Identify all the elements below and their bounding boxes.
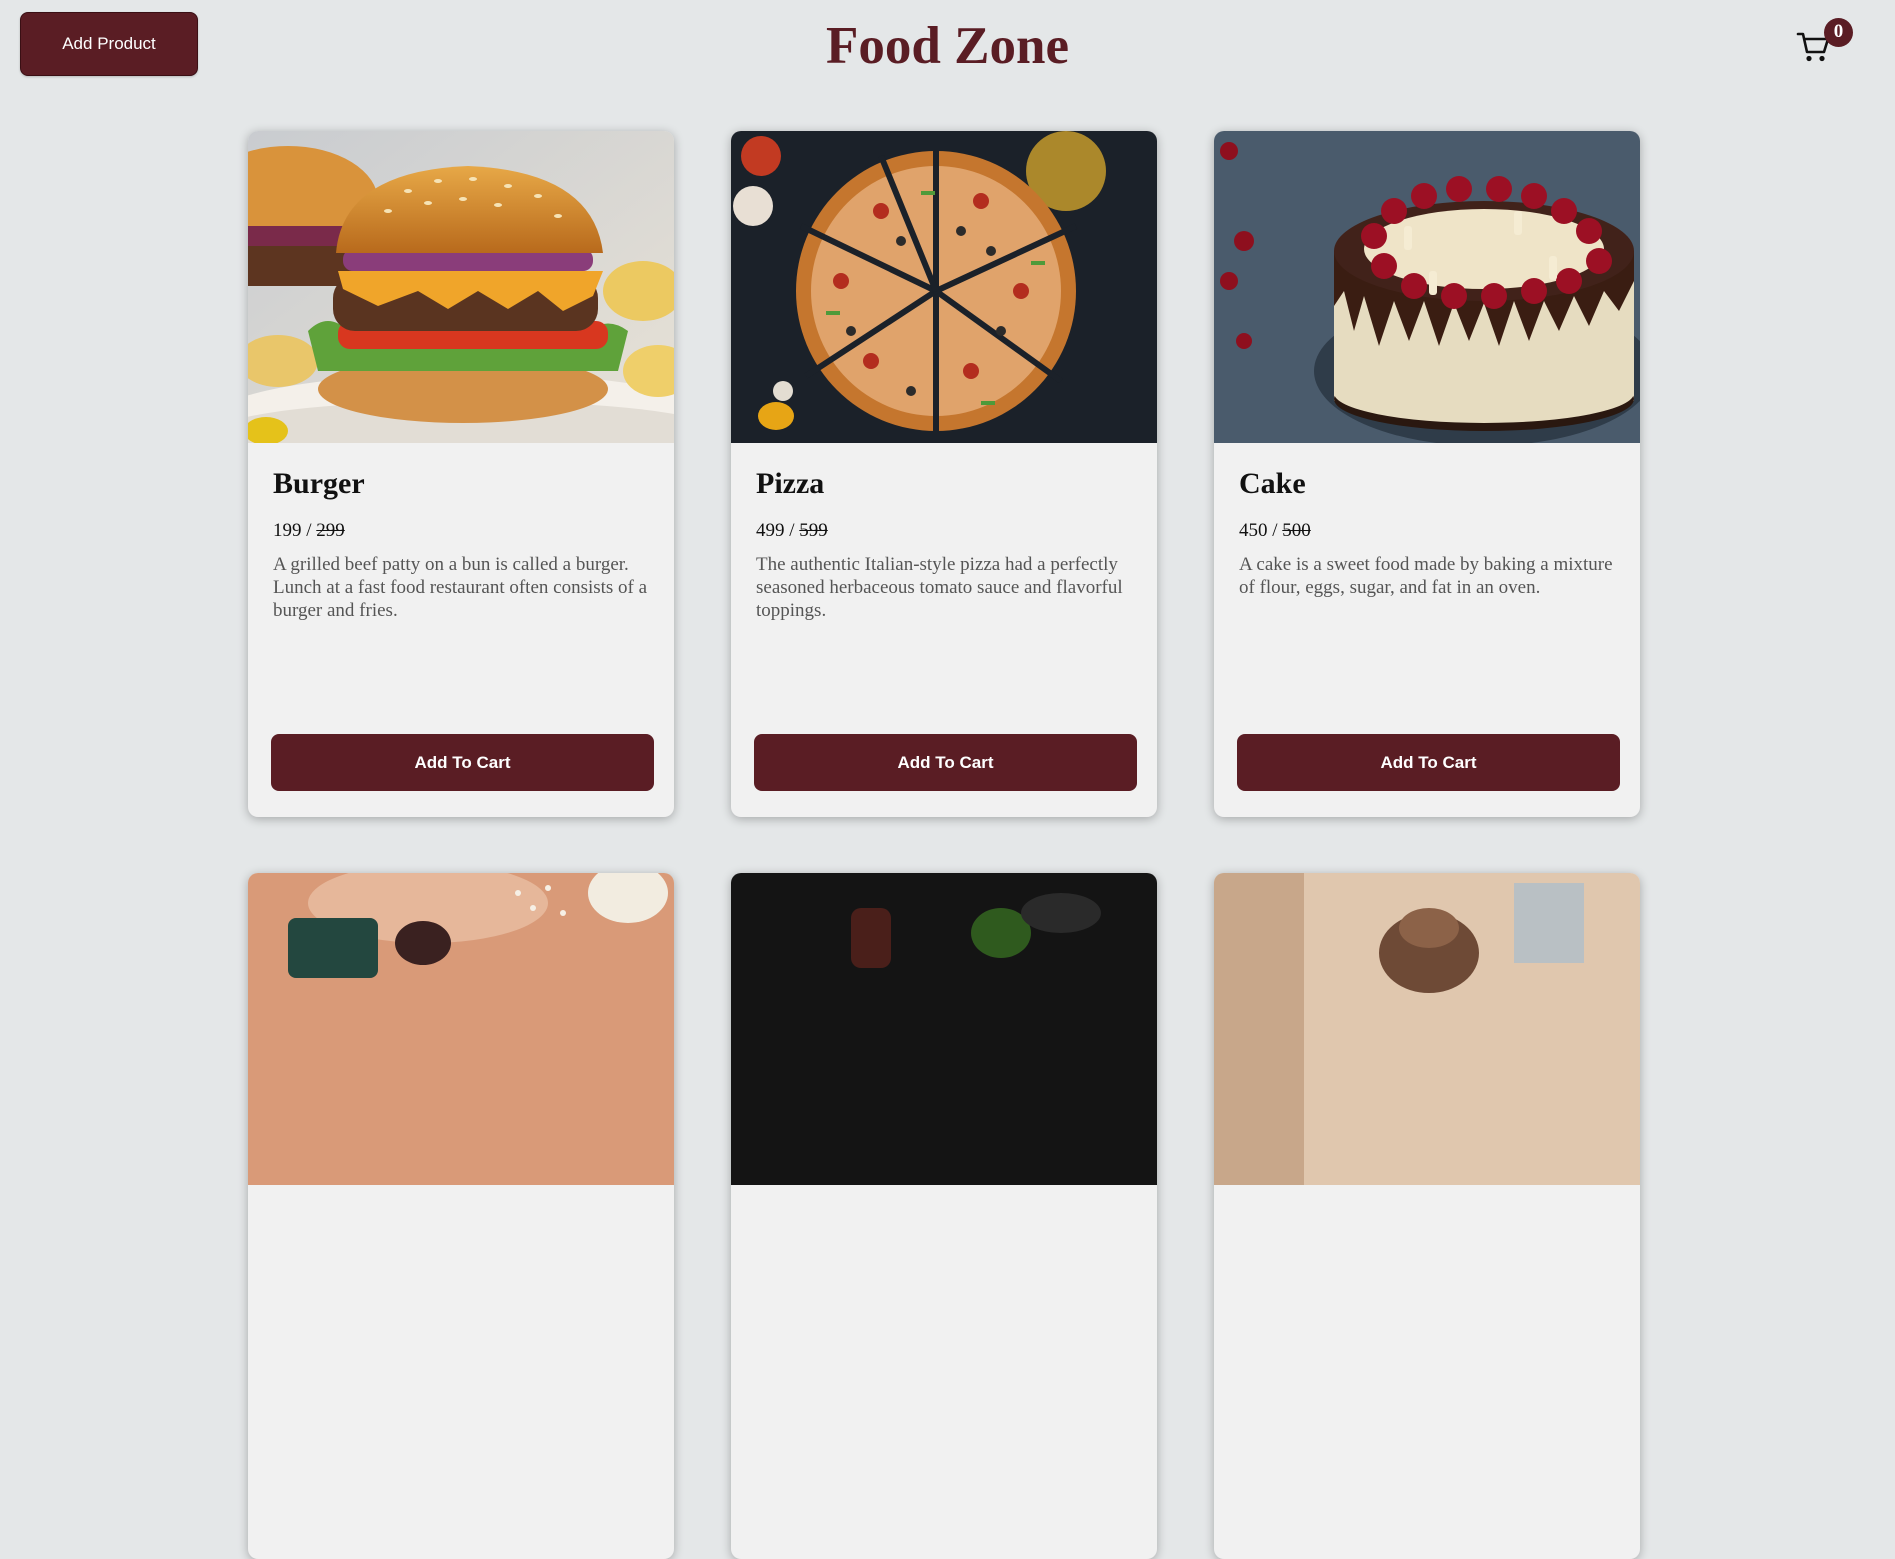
- header: Add Product Food Zone 0: [0, 0, 1895, 110]
- product-name: Cake: [1239, 467, 1306, 500]
- product-name: Burger: [273, 467, 365, 500]
- product-name: Pizza: [756, 467, 825, 500]
- add-to-cart-button[interactable]: Add To Cart: [754, 734, 1137, 791]
- product-description: A cake is a sweet food made by baking a …: [1239, 554, 1613, 598]
- add-to-cart-button[interactable]: Add To Cart: [1237, 734, 1620, 791]
- cake-image: [1214, 131, 1640, 443]
- price-separator: /: [301, 520, 317, 541]
- product-card-pizza: Pizza 499 / 599 The authentic Italian-st…: [731, 131, 1157, 817]
- product-card-partial: [248, 873, 674, 1559]
- cart-count-badge: 0: [1824, 18, 1853, 47]
- old-price: 299: [316, 520, 345, 541]
- old-price: 599: [799, 520, 828, 541]
- product-image: [731, 873, 1157, 1185]
- product-price: 499 / 599: [756, 519, 1132, 543]
- product-image: [1214, 873, 1640, 1185]
- add-to-cart-button[interactable]: Add To Cart: [271, 734, 654, 791]
- cart-button[interactable]: 0: [1796, 18, 1853, 72]
- product-description: A grilled beef patty on a bun is called …: [273, 554, 648, 621]
- brand-title: Food Zone: [826, 17, 1069, 75]
- pizza-image: [731, 131, 1157, 443]
- product-price: 199 / 299: [273, 519, 649, 543]
- price-separator: /: [784, 520, 800, 541]
- old-price: 500: [1282, 520, 1311, 541]
- current-price: 199: [273, 520, 302, 541]
- price-separator: /: [1267, 520, 1283, 541]
- product-card-cake: Cake 450 / 500 A cake is a sweet food ma…: [1214, 131, 1640, 817]
- product-card-partial: [731, 873, 1157, 1559]
- burger-image: [248, 131, 674, 443]
- product-grid: Burger 199 / 299 A grilled beef patty on…: [248, 131, 1640, 1559]
- current-price: 450: [1239, 520, 1268, 541]
- product-description: The authentic Italian-style pizza had a …: [756, 554, 1123, 621]
- current-price: 499: [756, 520, 785, 541]
- product-card-burger: Burger 199 / 299 A grilled beef patty on…: [248, 131, 674, 817]
- product-card-partial: [1214, 873, 1640, 1559]
- product-price: 450 / 500: [1239, 519, 1615, 543]
- product-image: [248, 873, 674, 1185]
